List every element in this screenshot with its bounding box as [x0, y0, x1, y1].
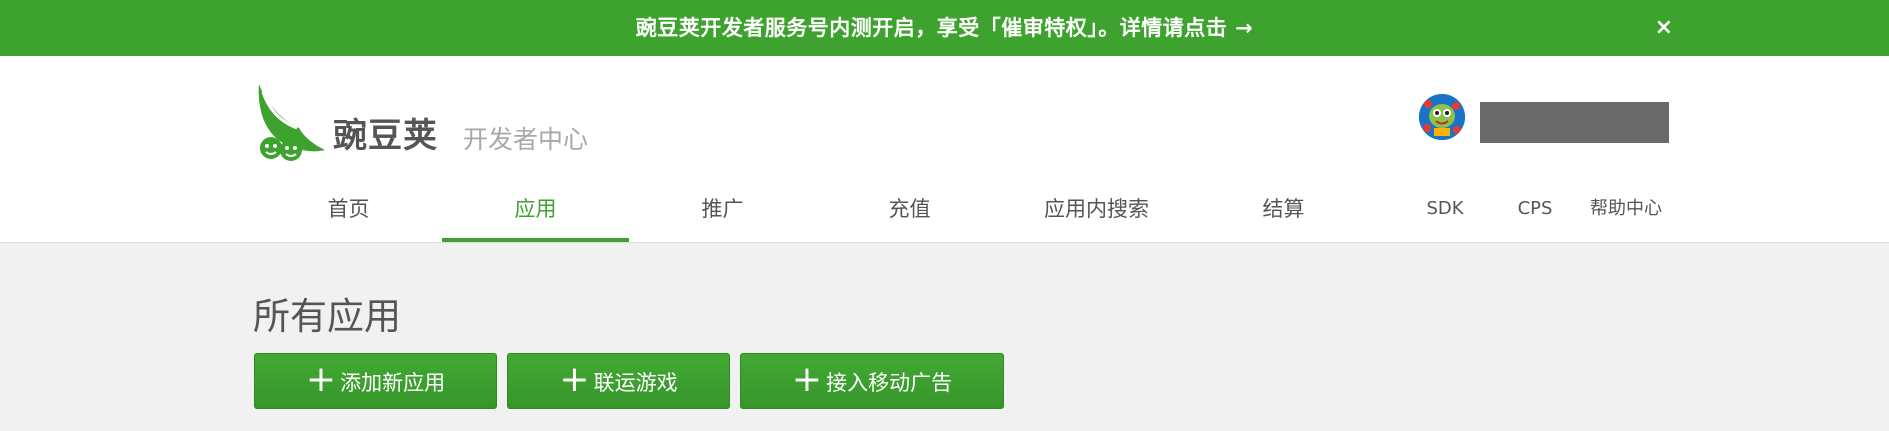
avatar-image	[1419, 94, 1465, 140]
nav-item-promotion[interactable]: 推广	[629, 188, 816, 242]
nav-item-label: CPS	[1517, 198, 1553, 219]
nav-item-label: 应用内搜索	[1044, 197, 1149, 221]
joint-game-button[interactable]: + 联运游戏	[507, 353, 730, 409]
nav-item-recharge[interactable]: 充值	[816, 188, 1003, 242]
add-new-app-label: 添加新应用	[340, 371, 446, 395]
logo[interactable]: 豌豆荚 开发者中心	[255, 82, 655, 182]
add-new-app-button[interactable]: + 添加新应用	[254, 353, 497, 409]
nav-item-label: 帮助中心	[1590, 198, 1662, 219]
nav-item-label: 应用	[514, 197, 557, 221]
plus-icon: +	[559, 359, 590, 400]
logo-subtitle: 开发者中心	[463, 125, 589, 154]
plus-icon: +	[305, 359, 337, 400]
avatar[interactable]	[1419, 94, 1465, 140]
close-icon[interactable]: ×	[1655, 0, 1673, 56]
mobile-ads-label: 接入移动广告	[826, 371, 953, 395]
logo-name: 豌豆荚	[333, 116, 438, 156]
announcement-text[interactable]: 豌豆荚开发者服务号内测开启，享受「催审特权」。详情请点击 →	[0, 0, 1889, 56]
nav-item-label: 结算	[1262, 197, 1305, 221]
nav-item-in-app-search[interactable]: 应用内搜索	[1003, 188, 1190, 242]
nav-item-label: SDK	[1426, 198, 1464, 219]
username-redacted[interactable]	[1480, 102, 1669, 143]
announcement-banner[interactable]: 豌豆荚开发者服务号内测开启，享受「催审特权」。详情请点击 → ×	[0, 0, 1889, 56]
plus-icon: +	[791, 359, 823, 400]
nav-item-apps[interactable]: 应用	[442, 188, 629, 242]
page-title: 所有应用	[253, 295, 401, 338]
nav-item-cps[interactable]: CPS	[1495, 188, 1575, 242]
joint-game-label: 联运游戏	[593, 371, 678, 395]
nav-item-label: 充值	[888, 197, 931, 221]
nav-item-help-center[interactable]: 帮助中心	[1577, 188, 1675, 242]
nav-item-label: 首页	[327, 197, 370, 221]
nav-item-settlement[interactable]: 结算	[1190, 188, 1377, 242]
active-tab-indicator	[442, 238, 629, 242]
nav-item-home[interactable]: 首页	[255, 188, 442, 242]
main-nav: 首页 应用 推广 充值 应用内搜索 结算 SDK CPS 帮助中心	[255, 188, 1675, 242]
nav-item-sdk[interactable]: SDK	[1405, 188, 1485, 242]
mobile-ads-button[interactable]: + 接入移动广告	[740, 353, 1004, 409]
header: 豌豆荚 开发者中心 首页 应用 推广 充值 应用内搜索 结算 SDK CPS 帮…	[0, 56, 1889, 243]
pea-pod-logo-icon	[258, 84, 325, 161]
nav-item-label: 推广	[701, 197, 744, 221]
